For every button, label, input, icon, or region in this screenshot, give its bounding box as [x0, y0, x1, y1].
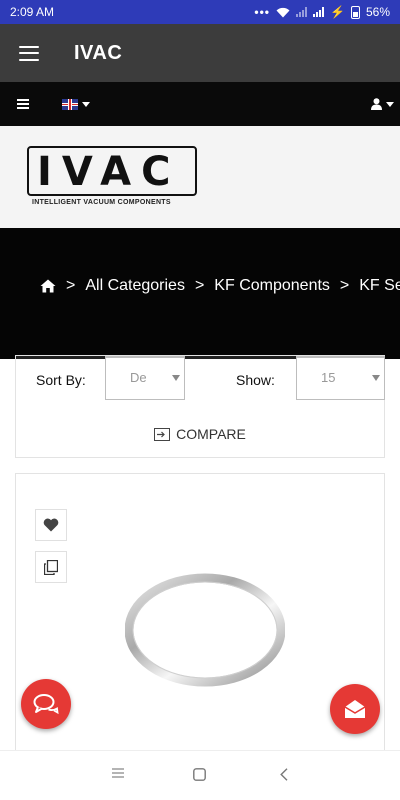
show-count-select[interactable]: 15 — [296, 356, 385, 400]
category-hero: > All Categories > KF Components > KF Se… — [0, 228, 400, 359]
home-icon[interactable] — [40, 279, 56, 293]
account-menu[interactable] — [371, 98, 394, 110]
sort-by-value: De — [130, 370, 147, 385]
show-count-value: 15 — [321, 370, 336, 385]
show-label: Show: — [185, 356, 296, 399]
system-nav-bar — [0, 750, 400, 800]
dropdown-arrow-icon — [172, 375, 180, 381]
product-toolbar: Sort By: De Show: 15 COMPARE — [15, 355, 385, 458]
sort-row: Sort By: De Show: 15 — [16, 356, 385, 400]
compare-label: COMPARE — [176, 426, 246, 442]
breadcrumb-separator: > — [66, 277, 76, 294]
contact-email-button[interactable] — [330, 684, 380, 734]
breadcrumb-all-categories[interactable]: All Categories — [85, 277, 185, 295]
breadcrumb-kf-components[interactable]: KF Components — [214, 277, 330, 295]
uk-flag-icon — [62, 98, 78, 110]
app-bar: IVAC — [0, 24, 400, 82]
chat-button[interactable] — [21, 679, 71, 729]
envelope-icon — [344, 700, 366, 718]
copy-icon — [44, 559, 58, 575]
chevron-down-icon — [386, 101, 394, 107]
chevron-down-icon — [82, 101, 90, 107]
sort-by-select[interactable]: De — [105, 356, 185, 400]
logo-band: IVAC INTELLIGENT VACUUM COMPONENTS — [0, 126, 400, 228]
user-icon — [371, 98, 382, 110]
signal-icon — [296, 7, 308, 17]
wishlist-button[interactable] — [35, 509, 67, 541]
wifi-icon — [276, 7, 290, 17]
logo-tagline: INTELLIGENT VACUUM COMPONENTS — [32, 199, 171, 206]
compare-button[interactable] — [35, 551, 67, 583]
logo-text: IVAC — [37, 149, 181, 195]
heart-icon — [43, 518, 59, 532]
chat-icon — [33, 694, 59, 715]
compare-link[interactable]: COMPARE — [16, 426, 384, 442]
home-button-icon[interactable] — [193, 768, 206, 781]
dropdown-arrow-icon — [372, 375, 380, 381]
battery-percent: 56% — [365, 5, 390, 19]
breadcrumb: > All Categories > KF Components > KF Se… — [40, 277, 400, 295]
breadcrumb-separator: > — [339, 277, 350, 294]
status-time: 2:09 AM — [10, 5, 55, 19]
kf-seal-product-image[interactable] — [125, 573, 285, 687]
recent-apps-icon[interactable] — [112, 768, 124, 778]
hamburger-icon[interactable] — [19, 45, 39, 61]
back-icon[interactable] — [280, 768, 288, 781]
breadcrumb-separator: > — [194, 277, 205, 294]
sort-by-label: Sort By: — [16, 356, 105, 399]
site-nav-bar — [0, 82, 400, 126]
ivac-logo[interactable]: IVAC — [27, 146, 197, 196]
signal-2-icon — [313, 7, 325, 17]
notification-dots-icon: ••• — [254, 5, 271, 19]
status-bar: 2:09 AM ••• ⚡ 56% — [0, 0, 400, 24]
app-title: IVAC — [74, 41, 123, 64]
status-icons: ••• ⚡ 56% — [254, 5, 390, 19]
charging-icon: ⚡ — [330, 5, 345, 19]
menu-icon[interactable] — [17, 99, 29, 109]
product-card[interactable] — [15, 473, 385, 763]
breadcrumb-kf-seals[interactable]: KF Seals — [359, 277, 400, 295]
battery-icon — [350, 5, 360, 19]
language-selector[interactable] — [29, 98, 90, 110]
compare-icon — [154, 427, 171, 441]
